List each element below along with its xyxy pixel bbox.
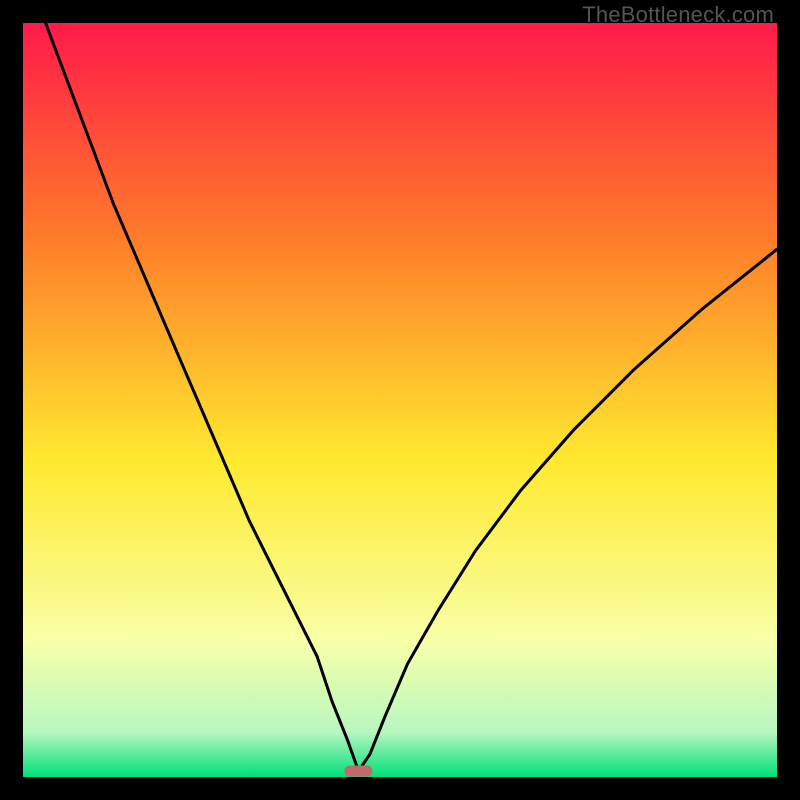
chart-frame: [23, 23, 777, 777]
gradient-background: [23, 23, 777, 777]
watermark-text: TheBottleneck.com: [582, 2, 774, 28]
bottleneck-chart: [23, 23, 777, 777]
optimal-marker: [345, 766, 373, 777]
